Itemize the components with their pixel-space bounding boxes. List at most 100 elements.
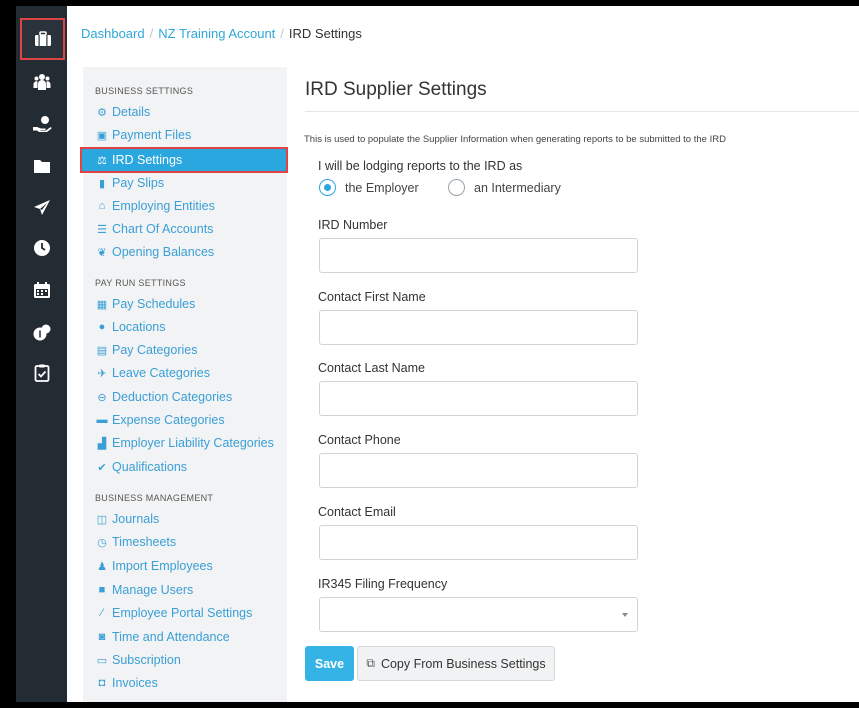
sidebar-item-label: Timesheets: [112, 535, 177, 549]
scales-icon: ⚖: [97, 154, 107, 167]
contact-phone-input[interactable]: [319, 453, 638, 488]
radio-selected-icon: [319, 179, 336, 196]
section-heading-business-management: BUSINESS MANAGEMENT: [95, 493, 214, 503]
sidebar-item-label: Deduction Categories: [112, 390, 233, 404]
radio-label: an Intermediary: [474, 180, 561, 195]
leaf-icon: ❦: [97, 246, 107, 259]
sidebar-item-deduction-categories[interactable]: ⊖ Deduction Categories: [96, 390, 232, 404]
radio-intermediary[interactable]: an Intermediary: [448, 179, 561, 196]
list-icon: ☰: [97, 223, 107, 236]
ird-number-label: IRD Number: [318, 218, 388, 232]
sidebar-item-label: Journals: [112, 512, 160, 526]
sidebar-item-payment-files[interactable]: ▣ Payment Files: [96, 128, 191, 142]
sidebar-item-label: Import Employees: [112, 559, 213, 573]
sidebar-item-pay-schedules[interactable]: ▦ Pay Schedules: [96, 297, 196, 311]
contact-last-name-label: Contact Last Name: [318, 361, 425, 375]
sidebar-item-label: Payment Files: [112, 128, 192, 142]
page-title: IRD Supplier Settings: [305, 79, 487, 100]
filing-frequency-label: IR345 Filing Frequency: [318, 577, 448, 591]
sidebar-item-timesheets[interactable]: ◷ Timesheets: [96, 535, 176, 549]
coins-icon[interactable]: [16, 312, 67, 352]
people-icon[interactable]: [16, 62, 67, 102]
sidebar-item-label: Expense Categories: [112, 413, 225, 427]
hand-money-icon[interactable]: [16, 104, 67, 144]
breadcrumb-current: IRD Settings: [288, 26, 362, 41]
chevron-down-icon: [622, 613, 628, 617]
clock-icon[interactable]: [16, 228, 67, 268]
sidebar-item-label: Employer Liability Categories: [112, 436, 274, 450]
columns-icon: ◫: [96, 513, 108, 526]
clock-icon: ◷: [97, 536, 107, 549]
radio-label: the Employer: [345, 180, 419, 195]
lodging-label: I will be lodging reports to the IRD as: [318, 159, 523, 173]
sidebar-item-locations[interactable]: ● Locations: [96, 320, 166, 334]
sidebar-item-label: Leave Categories: [112, 366, 210, 380]
contact-first-name-input[interactable]: [319, 310, 638, 345]
breadcrumb-dashboard[interactable]: Dashboard: [81, 26, 145, 41]
sidebar-item-expense-categories[interactable]: ▬ Expense Categories: [96, 413, 225, 427]
sidebar-item-label: Chart Of Accounts: [112, 222, 214, 236]
settings-sidebar: BUSINESS SETTINGS ⚙ Details ▣ Payment File…: [80, 67, 288, 702]
plane-icon[interactable]: [16, 188, 67, 228]
radio-employer[interactable]: the Employer: [319, 179, 419, 196]
clipboard-check-icon[interactable]: [16, 353, 67, 393]
briefcase-icon[interactable]: [20, 18, 65, 60]
file-icon: ▮: [98, 177, 106, 190]
radio-unselected-icon: [448, 179, 465, 196]
filing-frequency-select[interactable]: [319, 597, 638, 632]
sidebar-item-employee-portal-settings[interactable]: ⁄ Employee Portal Settings: [96, 606, 252, 620]
sidebar-item-employer-liability-categories[interactable]: ▟ Employer Liability Categories: [96, 436, 274, 450]
sidebar-item-invoices[interactable]: ◘ Invoices: [96, 676, 158, 690]
sidebar-item-time-and-attendance[interactable]: ◙ Time and Attendance: [96, 630, 230, 644]
contact-email-input[interactable]: [319, 525, 638, 560]
sidebar-item-pay-categories[interactable]: ▤ Pay Categories: [96, 343, 198, 357]
sidebar-item-label: Pay Schedules: [112, 297, 196, 311]
sidebar-item-chart-of-accounts[interactable]: ☰ Chart Of Accounts: [96, 222, 213, 236]
copy-icon: ⧉: [366, 656, 375, 670]
sidebar-item-details[interactable]: ⚙ Details: [96, 105, 150, 119]
sidebar-item-leave-categories[interactable]: ✈ Leave Categories: [96, 366, 210, 380]
sidebar-item-label: Invoices: [112, 676, 158, 690]
users-icon: ♟: [97, 560, 107, 573]
gear-icon: ⚙: [97, 106, 107, 119]
calendar-icon[interactable]: [16, 270, 67, 310]
folder-icon[interactable]: [16, 146, 67, 186]
credit-card-icon: ▭: [96, 654, 108, 667]
id-badge-icon: ◙: [98, 631, 106, 643]
sidebar-item-opening-balances[interactable]: ❦ Opening Balances: [96, 245, 214, 259]
sidebar-item-label: Subscription: [112, 653, 181, 667]
sidebar-item-employing-entities[interactable]: ⌂ Employing Entities: [96, 199, 215, 213]
breadcrumb-separator: /: [149, 26, 154, 41]
contact-last-name-input[interactable]: [319, 381, 638, 416]
archive-icon: ▬: [96, 414, 108, 426]
save-icon: ▣: [96, 129, 108, 142]
sidebar-item-journals[interactable]: ◫ Journals: [96, 512, 159, 526]
sidebar-item-label: Employing Entities: [112, 199, 215, 213]
sidebar-item-label: Pay Slips: [112, 176, 165, 190]
sidebar-item-manage-users[interactable]: ■ Manage Users: [96, 583, 194, 597]
sidebar-item-label: Opening Balances: [112, 245, 215, 259]
sidebar-item-pay-slips[interactable]: ▮ Pay Slips: [96, 176, 164, 190]
factory-icon: ▟: [97, 437, 107, 450]
sidebar-item-subscription[interactable]: ▭ Subscription: [96, 653, 181, 667]
sidebar-item-import-employees[interactable]: ♟ Import Employees: [96, 559, 213, 573]
page-description: This is used to populate the Supplier In…: [304, 134, 726, 145]
sidebar-item-qualifications[interactable]: ✔ Qualifications: [96, 460, 187, 474]
lock-icon: ■: [98, 584, 106, 596]
bank-icon: ⌂: [98, 200, 106, 212]
contact-email-label: Contact Email: [318, 505, 396, 519]
app-window: Dashboard / NZ Training Account / IRD Settin…: [16, 6, 859, 702]
breadcrumb-account[interactable]: NZ Training Account: [158, 26, 275, 41]
globe-icon: ●: [98, 321, 106, 333]
sidebar-item-label: Employee Portal Settings: [112, 606, 253, 620]
title-divider: [305, 111, 859, 112]
copy-from-business-settings-button[interactable]: ⧉ Copy From Business Settings: [357, 646, 555, 681]
breadcrumb-separator: /: [280, 26, 284, 41]
sidebar-item-ird-settings[interactable]: ⚖ IRD Settings: [80, 147, 288, 173]
section-heading-pay-run-settings: PAY RUN SETTINGS: [95, 278, 186, 288]
sidebar-item-label: Locations: [112, 320, 166, 334]
ird-number-input[interactable]: [319, 238, 638, 273]
breadcrumb: Dashboard / NZ Training Account / IRD Settin…: [81, 26, 362, 41]
sidebar-item-label: Manage Users: [112, 583, 194, 597]
save-button[interactable]: Save: [305, 646, 354, 681]
